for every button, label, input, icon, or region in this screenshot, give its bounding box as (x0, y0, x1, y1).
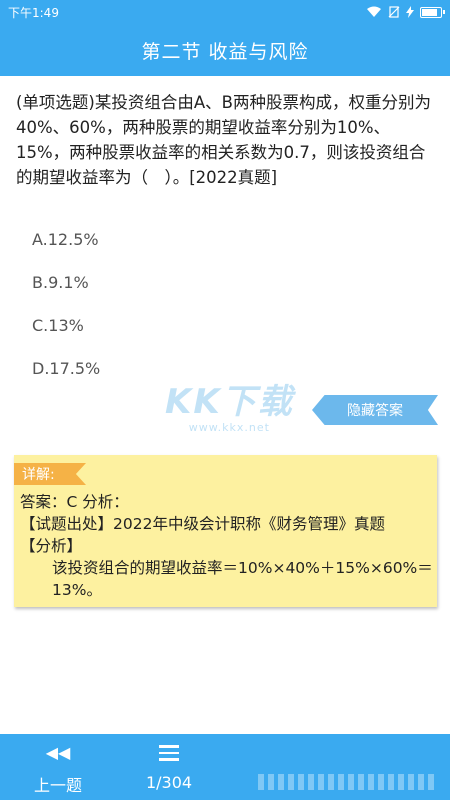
status-icons (366, 6, 445, 18)
hide-answer-button[interactable]: 隐藏答案 (312, 395, 438, 425)
option-c[interactable]: C.13% (32, 304, 100, 347)
analysis-text: 该投资组合的期望收益率＝10%×40%＋15%×60%＝13%。 (52, 559, 433, 599)
prev-question-button[interactable]: ◀◀ 上一题 (30, 742, 86, 796)
explanation-tag: 详解: (14, 463, 86, 485)
hide-answer-label: 隐藏答案 (347, 403, 403, 419)
bottom-nav-bar: ◀◀ 上一题 1/304 (0, 734, 450, 800)
charging-icon (406, 6, 414, 18)
question-text: (单项选题)某投资组合由A、B两种股票构成，权重分别为40%、60%，两种股票的… (16, 93, 431, 187)
next-question-button[interactable] (258, 774, 438, 790)
battery-icon (420, 6, 445, 18)
prev-question-label: 上一题 (33, 776, 82, 795)
question-progress: 1/304 (145, 773, 193, 792)
explanation-tag-label: 详解: (22, 467, 55, 483)
question-list-button[interactable]: 1/304 (138, 742, 200, 792)
source-line: 【试题出处】2022年中级会计职称《财务管理》真题 (20, 515, 385, 533)
explanation-text: 答案：C 分析： 【试题出处】2022年中级会计职称《财务管理》真题 【分析】 … (20, 491, 434, 601)
rewind-icon: ◀◀ (45, 743, 71, 762)
option-a[interactable]: A.12.5% (32, 218, 100, 261)
answer-line: 答案：C 分析： (20, 493, 129, 511)
watermark: KK下载 www.kkx.net (165, 374, 294, 434)
list-icon (159, 745, 179, 761)
explanation-panel: 详解: 答案：C 分析： 【试题出处】2022年中级会计职称《财务管理》真题 【… (14, 455, 437, 607)
app-header: 第二节 收益与风险 (0, 24, 450, 76)
no-sim-icon (388, 6, 400, 18)
wifi-icon (367, 6, 381, 17)
status-time: 下午1:49 (8, 5, 59, 20)
option-b[interactable]: B.9.1% (32, 261, 100, 304)
analysis-heading: 【分析】 (20, 537, 83, 555)
watermark-logo: KK下载 (165, 382, 294, 422)
watermark-url: www.kkx.net (188, 421, 270, 434)
status-bar: 下午1:49 (0, 0, 450, 24)
option-list: A.12.5% B.9.1% C.13% D.17.5% (32, 218, 100, 390)
page-title: 第二节 收益与风险 (141, 40, 309, 63)
option-d[interactable]: D.17.5% (32, 347, 100, 390)
